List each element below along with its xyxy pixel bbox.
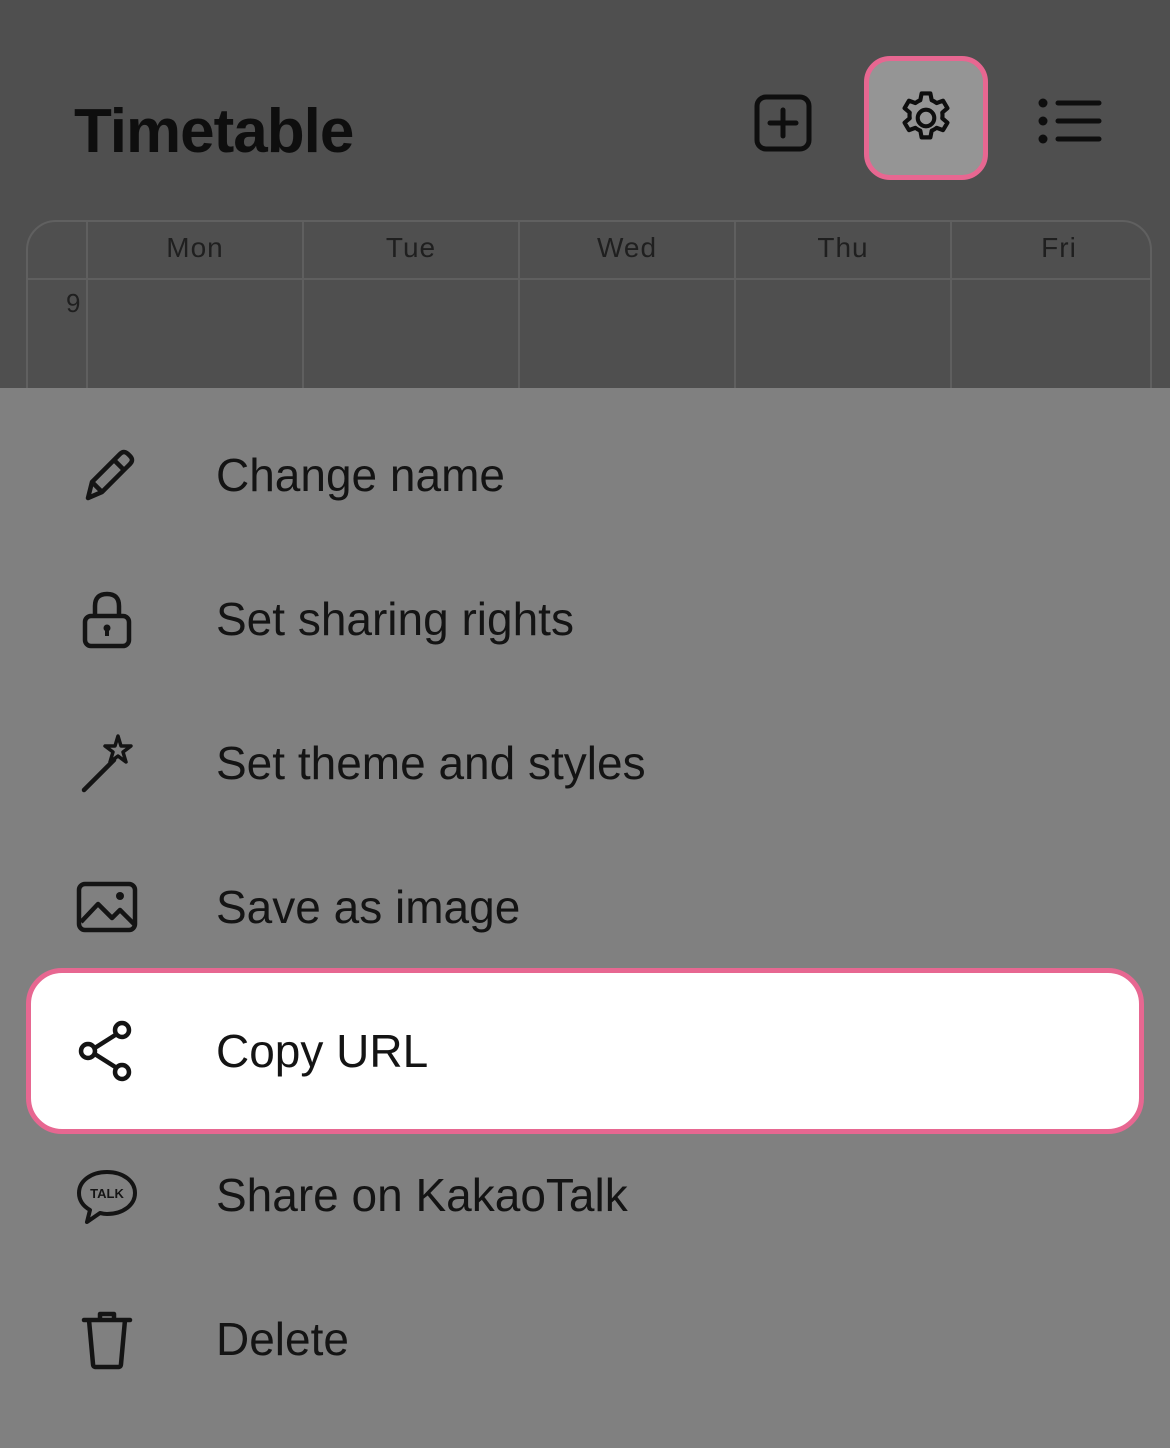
menu-item-label: Copy URL	[216, 1025, 429, 1077]
add-timetable-button[interactable]	[740, 80, 826, 166]
day-header-wed: Wed	[596, 232, 658, 263]
settings-button[interactable]	[864, 56, 988, 180]
app-header: Timetable Mon Tue Wed Thu Fri 9	[0, 0, 1170, 420]
hour-label: 9	[66, 288, 81, 318]
menu-item-label: Delete	[216, 1313, 349, 1365]
add-square-icon	[754, 94, 812, 152]
pencil-icon	[85, 449, 135, 501]
menu-item-change-name[interactable]: Change name	[26, 394, 1144, 556]
lock-icon	[82, 591, 132, 649]
image-icon	[76, 881, 138, 933]
timetable-list-button[interactable]	[1030, 86, 1110, 156]
gear-icon	[902, 91, 950, 140]
menu-item-copy-url[interactable]: Copy URL	[26, 968, 1144, 1134]
day-header-thu: Thu	[817, 232, 869, 263]
share-icon	[78, 1020, 132, 1082]
menu-item-label: Set sharing rights	[216, 593, 574, 645]
grid-header-divider	[28, 278, 1150, 280]
day-header-mon: Mon	[166, 232, 224, 263]
menu-item-sharing-rights[interactable]: Set sharing rights	[26, 538, 1144, 700]
menu-item-label: Share on KakaoTalk	[216, 1169, 628, 1221]
menu-item-label: Set theme and styles	[216, 737, 646, 789]
trash-icon	[81, 1311, 133, 1370]
svg-text:TALK: TALK	[90, 1186, 124, 1201]
menu-item-label: Change name	[216, 449, 505, 501]
menu-item-share-kakaotalk[interactable]: TALK Share on KakaoTalk	[26, 1114, 1144, 1276]
menu-item-save-image[interactable]: Save as image	[26, 826, 1144, 988]
magic-wand-icon	[81, 734, 133, 793]
page-title: Timetable	[74, 97, 354, 166]
menu-item-theme-styles[interactable]: Set theme and styles	[26, 682, 1144, 844]
menu-item-label: Save as image	[216, 881, 521, 933]
kakaotalk-icon: TALK	[77, 1170, 137, 1224]
day-header-tue: Tue	[385, 232, 437, 263]
menu-item-delete[interactable]: Delete	[26, 1258, 1144, 1420]
day-header-fri: Fri	[1041, 232, 1077, 263]
list-icon	[1038, 98, 1102, 144]
settings-menu-sheet: Change name Set sharing rights Set theme…	[0, 388, 1170, 1448]
